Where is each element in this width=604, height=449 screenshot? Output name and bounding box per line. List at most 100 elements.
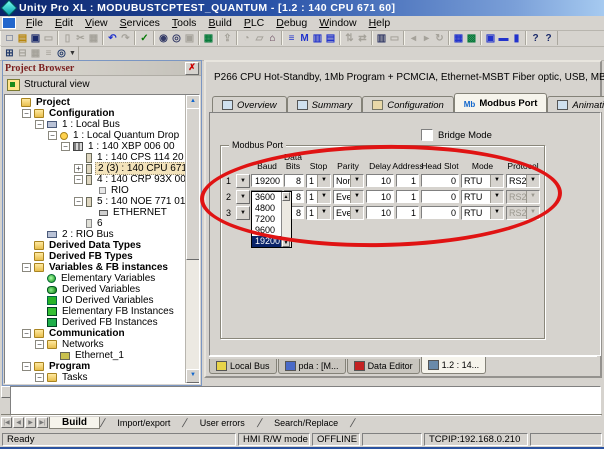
tree-item[interactable]: IO Derived Variables [7,295,185,306]
tree-item[interactable]: RIO [7,185,185,196]
address-field[interactable]: 1 [396,174,419,187]
baud-option[interactable]: 19200 [252,236,281,247]
expander-icon[interactable]: + [74,164,83,173]
window-tab-data-editor[interactable]: Data Editor [347,359,420,374]
menu-tools[interactable]: Tools [166,17,203,29]
tab-summary[interactable]: Summary [287,96,363,112]
output-tab-import-export[interactable]: Import/export [105,418,182,428]
menu-plc[interactable]: PLC [238,17,270,29]
expander-icon[interactable]: − [22,109,31,118]
delay-field[interactable]: 10 [366,206,394,219]
tree-item[interactable]: Elementary FB Instances [7,306,185,317]
expander-icon[interactable]: − [74,175,83,184]
tree-item[interactable]: Elementary Variables [7,273,185,284]
parity-combo[interactable]: Even▼ [333,190,364,204]
chevron-down-icon[interactable]: ▼ [350,175,363,187]
protocol-combo[interactable]: RS232▼ [506,174,540,188]
baud-dropdown-button[interactable]: ▼ [236,190,250,204]
save-icon[interactable]: ▣ [29,32,42,45]
tab-modbus-port[interactable]: MbModbus Port [454,93,548,112]
window-tab-pda-m-[interactable]: pda : [M... [278,359,346,374]
output-tab-build[interactable]: Build [49,417,100,429]
stop-combo[interactable]: 1▼ [306,190,331,204]
expander-icon[interactable]: − [74,197,83,206]
scroll-thumb[interactable] [186,108,200,260]
tile-horizontal-icon[interactable]: ▬ [497,32,510,45]
tree-item[interactable]: −Tasks [7,372,185,383]
expander-icon[interactable]: − [48,131,57,140]
zoom-select-icon[interactable]: ◎ [55,47,68,60]
output-tab-search-replace[interactable]: Search/Replace [262,418,350,428]
zoom-out-icon[interactable]: ◎ [170,32,183,45]
tree-item[interactable]: Derived Variables [7,284,185,295]
tree-item[interactable]: −1 : 140 XBP 006 00 [7,141,185,152]
find-icon[interactable]: M [298,32,311,45]
scroll-down-icon[interactable]: ▼ [282,238,290,247]
plc-screen-icon[interactable]: ▦ [202,32,215,45]
window-tab-1-2-14-[interactable]: 1.2 : 14... [421,357,487,374]
menu-debug[interactable]: Debug [270,17,313,29]
parity-combo[interactable]: Even▼ [333,206,364,220]
bridge-mode-checkbox[interactable] [421,129,433,141]
baud-dropdown-list[interactable]: 360048007200960019200▲▼ [251,191,292,248]
grid-icon[interactable]: ▦ [452,32,465,45]
tree-item[interactable]: −Variables & FB instances [7,262,185,273]
menu-view[interactable]: View [79,17,114,29]
zoom-dropdown-icon[interactable]: ▼ [69,50,76,57]
chevron-down-icon[interactable]: ▼ [490,191,503,203]
expander-icon[interactable]: − [35,120,44,129]
zoom-in-icon[interactable]: ◉ [157,32,170,45]
expander-icon[interactable]: − [22,362,31,371]
context-help-icon[interactable]: ? [542,32,555,45]
expander-icon[interactable]: − [22,329,31,338]
head-slot-field[interactable]: 0 [421,174,459,187]
menu-services[interactable]: Services [114,17,166,29]
tree-item[interactable]: 2 : RIO Bus [7,229,185,240]
tree-item[interactable]: −5 : 140 NOE 771 01 [7,196,185,207]
project-browser-titlebar[interactable]: Project Browser ✗ [3,61,201,76]
database-icon[interactable]: ▩ [465,32,478,45]
tree-item[interactable]: +2 (3) : 140 CPU 671 60 [7,163,185,174]
dropdown-scrollbar[interactable]: ▲▼ [281,192,291,247]
tree-item[interactable]: −Configuration [7,108,185,119]
expander-icon[interactable]: − [35,373,44,382]
tree-item[interactable]: ETHERNET [7,207,185,218]
tree-item[interactable]: −Networks [7,339,185,350]
menu-window[interactable]: Window [313,17,362,29]
chevron-down-icon[interactable]: ▼ [317,207,330,219]
tab-animation[interactable]: Animation [547,96,604,112]
expander-icon[interactable]: − [61,142,70,151]
expander-icon[interactable]: − [22,263,31,272]
delay-field[interactable]: 10 [366,190,394,203]
scroll-down-icon[interactable]: ▼ [186,369,200,383]
address-field[interactable]: 1 [396,190,419,203]
head-slot-field[interactable]: 0 [421,190,459,203]
tree-item[interactable]: −Program [7,361,185,372]
baud-option[interactable]: 7200 [252,214,281,225]
structural-view-toggle-icon[interactable]: ⊞ [3,47,16,60]
baud-option[interactable]: 4800 [252,203,281,214]
mode-combo[interactable]: RTU▼ [461,206,504,220]
tree-item[interactable]: Derived FB Instances [7,317,185,328]
tab-overview[interactable]: Overview [212,96,287,112]
tree-item[interactable]: Ethernet_1 [7,350,185,361]
undo-icon[interactable]: ↶ [106,32,119,45]
output-nav-last-icon[interactable]: ▶| [37,417,48,428]
menu-file[interactable]: File [20,17,49,29]
chevron-down-icon[interactable]: ▼ [317,191,330,203]
scroll-up-icon[interactable]: ▲ [186,95,200,109]
cascade-windows-icon[interactable]: ▣ [484,32,497,45]
menu-help[interactable]: Help [363,17,397,29]
tiles-window-icon[interactable]: ▤ [324,32,337,45]
output-nav-next-icon[interactable]: ▶ [25,417,36,428]
chevron-down-icon[interactable]: ▼ [490,207,503,219]
scroll-up-icon[interactable]: ▲ [282,192,290,201]
tree-item[interactable]: 6 [7,218,185,229]
tree-item[interactable]: −MAST [7,383,185,384]
chevron-down-icon[interactable]: ▼ [317,175,330,187]
data-bits-field[interactable]: 8 [284,174,304,187]
baud-option[interactable]: 9600 [252,225,281,236]
chevron-down-icon[interactable]: ▼ [350,191,363,203]
columns-window-icon[interactable]: ▥ [311,32,324,45]
delay-field[interactable]: 10 [366,174,394,187]
